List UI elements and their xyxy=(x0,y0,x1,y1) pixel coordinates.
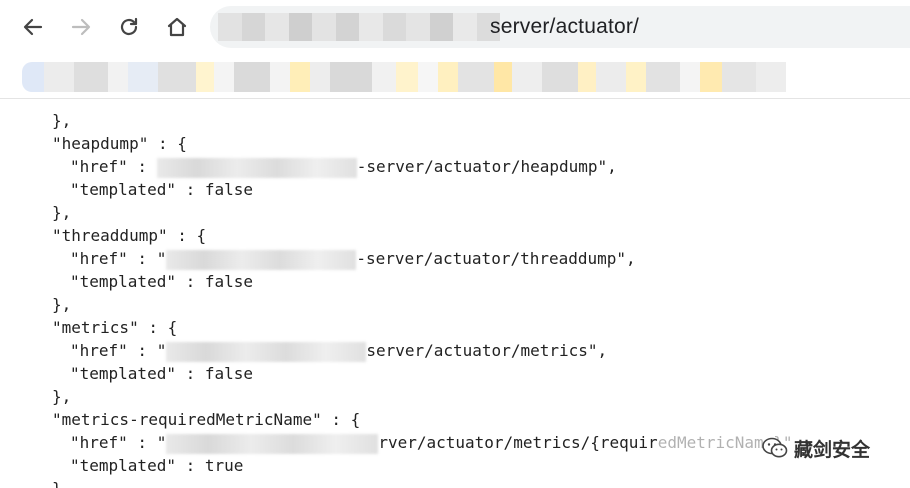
reload-button[interactable] xyxy=(112,10,146,44)
forward-button[interactable] xyxy=(64,10,98,44)
cut-off-line: " xyxy=(70,99,80,109)
browser-toolbar: server/actuator/ xyxy=(0,0,910,58)
json-key-threaddump: "threaddump" : { xyxy=(52,226,207,245)
watermark: 藏剑安全 xyxy=(762,432,870,464)
address-bar[interactable]: server/actuator/ xyxy=(210,6,910,48)
json-line: }, xyxy=(52,387,72,406)
json-key-metrics: "metrics" : { xyxy=(52,318,178,337)
json-text: "href" : xyxy=(70,157,157,176)
reload-icon xyxy=(120,17,138,36)
json-href-line: "href" : " -server/actuator/threaddump", xyxy=(70,248,636,270)
url-redacted-region xyxy=(218,13,500,41)
json-line: "templated" : true xyxy=(70,456,244,475)
arrow-left-icon xyxy=(23,18,43,36)
json-text: "href" : " xyxy=(70,341,167,360)
json-href-line: "href" : -server/actuator/heapdump", xyxy=(70,156,617,178)
json-line: "templated" : false xyxy=(70,272,254,291)
json-line: }, xyxy=(52,111,72,130)
json-href-line: "href" : " rver/actuator/metrics/{require… xyxy=(70,432,802,454)
redacted-host xyxy=(166,249,357,270)
json-text: "href" : " xyxy=(70,433,167,452)
watermark-text: 藏剑安全 xyxy=(794,438,871,461)
back-button[interactable] xyxy=(16,10,50,44)
json-text: server/actuator/metrics", xyxy=(366,341,608,360)
json-line: }, xyxy=(52,295,72,314)
json-line: "templated" : false xyxy=(70,180,254,199)
wechat-icon xyxy=(762,437,788,459)
json-text: rver/actuator/metrics/{requir xyxy=(378,433,658,452)
redacted-host xyxy=(156,157,357,178)
json-key-heapdump: "heapdump" : { xyxy=(52,134,187,153)
home-button[interactable] xyxy=(160,10,194,44)
json-line: }, xyxy=(52,203,72,222)
json-line: "templated" : false xyxy=(70,364,254,383)
cut-off-line: } xyxy=(52,478,62,488)
redacted-host xyxy=(166,433,379,454)
json-text: -server/actuator/heapdump", xyxy=(356,157,617,176)
json-key-metrics-requiredmetricname: "metrics-requiredMetricName" : { xyxy=(52,410,361,429)
json-href-line: "href" : " server/actuator/metrics", xyxy=(70,340,607,362)
redacted-host xyxy=(166,341,367,362)
url-text: server/actuator/ xyxy=(490,15,640,38)
bookmarks-redacted xyxy=(22,62,910,92)
arrow-right-icon xyxy=(71,18,91,36)
home-icon xyxy=(167,17,187,37)
json-text: "href" : " xyxy=(70,249,167,268)
bookmarks-bar xyxy=(0,58,910,96)
json-viewer: " }, "heapdump" : { "href" : -server/act… xyxy=(0,99,910,488)
json-text: -server/actuator/threaddump", xyxy=(356,249,636,268)
